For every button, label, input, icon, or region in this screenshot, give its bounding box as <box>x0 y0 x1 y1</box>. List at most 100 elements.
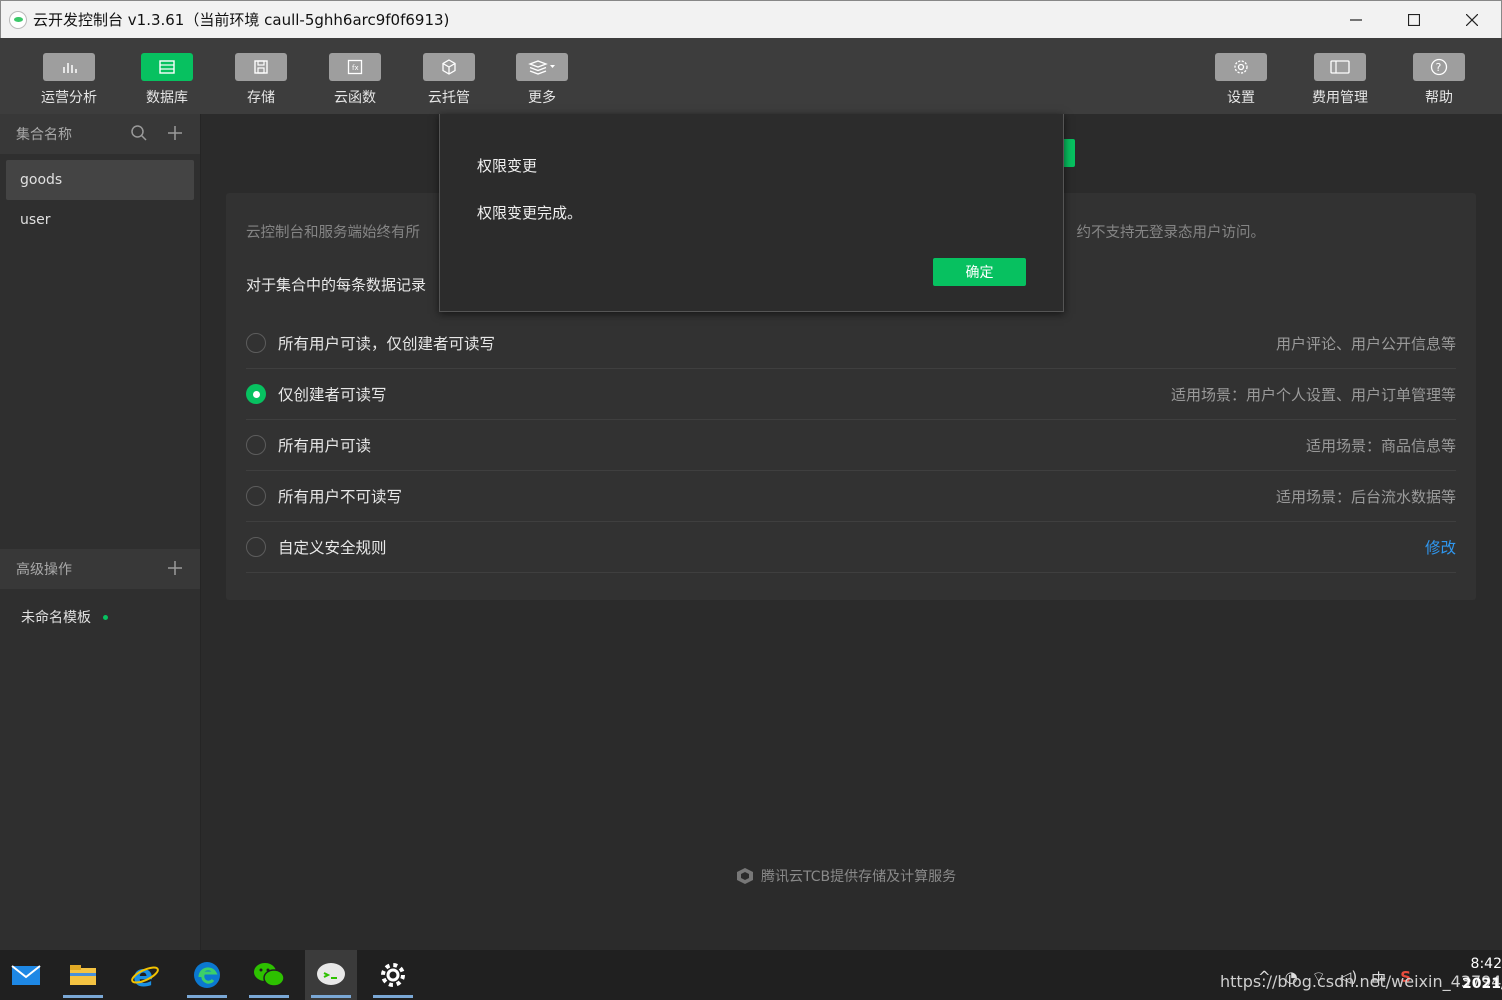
permission-option-public-read[interactable]: 所有用户可读，仅创建者可读写 用户评论、用户公开信息等 <box>246 318 1456 369</box>
radio-button[interactable] <box>246 486 266 506</box>
option-label: 所有用户不可读写 <box>278 488 403 506</box>
template-item[interactable]: 未命名模板 <box>0 589 200 627</box>
settings-icon <box>381 963 405 987</box>
close-button[interactable] <box>1443 1 1501 39</box>
taskbar-wechat-button[interactable] <box>243 950 295 1000</box>
wechat-icon <box>254 963 285 987</box>
option-hint: 适用场景：商品信息等 <box>1305 436 1456 455</box>
internet-explorer-icon: e <box>131 960 159 990</box>
toolbar-help-button[interactable]: ? 帮助 <box>1400 53 1478 107</box>
permission-options: 所有用户可读，仅创建者可读写 用户评论、用户公开信息等 仅创建者可读写 适用场景… <box>246 318 1456 573</box>
dialog-title: 权限变更 <box>477 157 538 175</box>
toolbar-hosting-button[interactable]: 云托管 <box>410 53 488 107</box>
collections-header: 集合名称 <box>0 114 200 154</box>
gear-icon <box>1234 60 1248 74</box>
option-hint: 适用场景：后台流水数据等 <box>1275 487 1456 506</box>
minimize-button[interactable] <box>1327 1 1385 39</box>
taskbar-ie-button[interactable]: e <box>119 950 171 1000</box>
search-icon[interactable] <box>130 124 148 142</box>
toolbar-hosting-label: 云托管 <box>428 90 470 106</box>
dialog-ok-button[interactable]: 确定 <box>933 258 1026 286</box>
option-hint: 用户评论、用户公开信息等 <box>1275 334 1456 353</box>
option-label: 所有用户可读，仅创建者可读写 <box>278 335 496 353</box>
maximize-button[interactable] <box>1385 1 1443 39</box>
advanced-section: 高级操作 未命名模板 <box>0 549 200 627</box>
file-explorer-icon <box>70 965 96 985</box>
watermark-url: https://blog.csdn.net/weixin_43794322 <box>1220 972 1502 991</box>
permission-option-all-read[interactable]: 所有用户可读 适用场景：商品信息等 <box>246 420 1456 471</box>
option-label: 仅创建者可读写 <box>278 386 387 404</box>
taskbar-settings-button[interactable] <box>367 950 419 1000</box>
toolbar-settings-label: 设置 <box>1227 90 1255 106</box>
template-item-label: 未命名模板 <box>21 610 91 626</box>
footer-text: 腾讯云TCB提供存储及计算服务 <box>761 869 957 885</box>
add-collection-icon[interactable] <box>166 124 184 142</box>
collections-header-label: 集合名称 <box>16 127 72 143</box>
minimize-icon <box>1350 18 1362 21</box>
app-logo-icon <box>9 10 27 29</box>
chart-icon <box>63 63 77 73</box>
dialog-message: 权限变更完成。 <box>477 204 583 222</box>
close-icon <box>1466 13 1478 26</box>
billing-icon <box>1330 60 1350 74</box>
svg-text:?: ? <box>1436 61 1442 74</box>
toolbar-storage-button[interactable]: 存储 <box>222 53 300 107</box>
taskbar-explorer-button[interactable] <box>57 950 109 1000</box>
main-toolbar: 运营分析 数据库 存储 fx 云函数 云托管 更多 设置 费用管理 ? 帮助 <box>0 38 1502 114</box>
tencent-cloud-logo-icon <box>737 868 753 884</box>
mail-icon <box>11 965 41 985</box>
radio-button-selected[interactable] <box>246 384 266 404</box>
permission-question: 对于集合中的每条数据记录 <box>246 276 427 294</box>
toolbar-functions-button[interactable]: fx 云函数 <box>316 53 394 107</box>
radio-button[interactable] <box>246 537 266 557</box>
permission-option-no-access[interactable]: 所有用户不可读写 适用场景：后台流水数据等 <box>246 471 1456 522</box>
toolbar-analytics-button[interactable]: 运营分析 <box>30 53 108 107</box>
collection-sidebar: 集合名称 goods user 高级操作 未命名模板 <box>0 114 201 950</box>
layers-icon <box>528 60 555 75</box>
save-icon <box>254 60 268 74</box>
taskbar-clock[interactable]: 8:42 2021/4 <box>1462 954 1502 994</box>
toolbar-more-button[interactable]: 更多 <box>503 53 581 107</box>
toolbar-help-label: 帮助 <box>1425 90 1453 106</box>
permission-description-left: 云控制台和服务端始终有所 <box>246 225 420 241</box>
toolbar-database-button[interactable]: 数据库 <box>128 53 206 107</box>
toolbar-more-label: 更多 <box>528 90 556 106</box>
toolbar-analytics-label: 运营分析 <box>41 90 97 106</box>
clock-date: 2021/4 <box>1462 976 1502 992</box>
edit-rules-link[interactable]: 修改 <box>1425 536 1456 558</box>
toolbar-storage-label: 存储 <box>247 90 275 106</box>
unsaved-dot-icon <box>103 614 108 620</box>
toolbar-settings-button[interactable]: 设置 <box>1202 53 1280 107</box>
toolbar-billing-label: 费用管理 <box>1312 90 1368 106</box>
option-label: 自定义安全规则 <box>278 539 387 557</box>
permission-description-right: 约不支持无登录态用户访问。 <box>1076 225 1266 241</box>
svg-text:fx: fx <box>352 64 359 72</box>
maximize-icon <box>1408 13 1420 26</box>
radio-button[interactable] <box>246 435 266 455</box>
toolbar-functions-label: 云函数 <box>334 90 376 106</box>
toolbar-billing-button[interactable]: 费用管理 <box>1301 53 1379 107</box>
function-icon: fx <box>347 59 363 75</box>
cube-icon <box>442 59 456 75</box>
permission-option-custom[interactable]: 自定义安全规则 修改 <box>246 522 1456 573</box>
clock-time: 8:42 <box>1470 956 1502 972</box>
collection-item-user[interactable]: user <box>6 200 194 240</box>
radio-button[interactable] <box>246 333 266 353</box>
database-icon <box>159 60 175 74</box>
devtools-icon <box>317 963 345 985</box>
option-label: 所有用户可读 <box>278 437 372 455</box>
advanced-header: 高级操作 <box>0 549 200 589</box>
window-title: 云开发控制台 v1.3.61（当前环境 caull-5ghh6arc9f0f69… <box>33 11 450 29</box>
window-titlebar: 云开发控制台 v1.3.61（当前环境 caull-5ghh6arc9f0f69… <box>0 0 1502 38</box>
option-hint: 适用场景：用户个人设置、用户订单管理等 <box>1170 385 1456 404</box>
collection-item-goods[interactable]: goods <box>6 160 194 200</box>
help-icon: ? <box>1430 58 1448 76</box>
toolbar-database-label: 数据库 <box>146 90 188 106</box>
taskbar-edge-button[interactable] <box>181 950 233 1000</box>
footer-credit: 腾讯云TCB提供存储及计算服务 <box>735 866 956 886</box>
taskbar-mail-button[interactable] <box>0 950 52 1000</box>
add-template-icon[interactable] <box>166 559 184 577</box>
taskbar-devtools-button[interactable] <box>305 950 357 1000</box>
permission-option-creator-only[interactable]: 仅创建者可读写 适用场景：用户个人设置、用户订单管理等 <box>246 369 1456 420</box>
edge-icon <box>194 962 220 988</box>
